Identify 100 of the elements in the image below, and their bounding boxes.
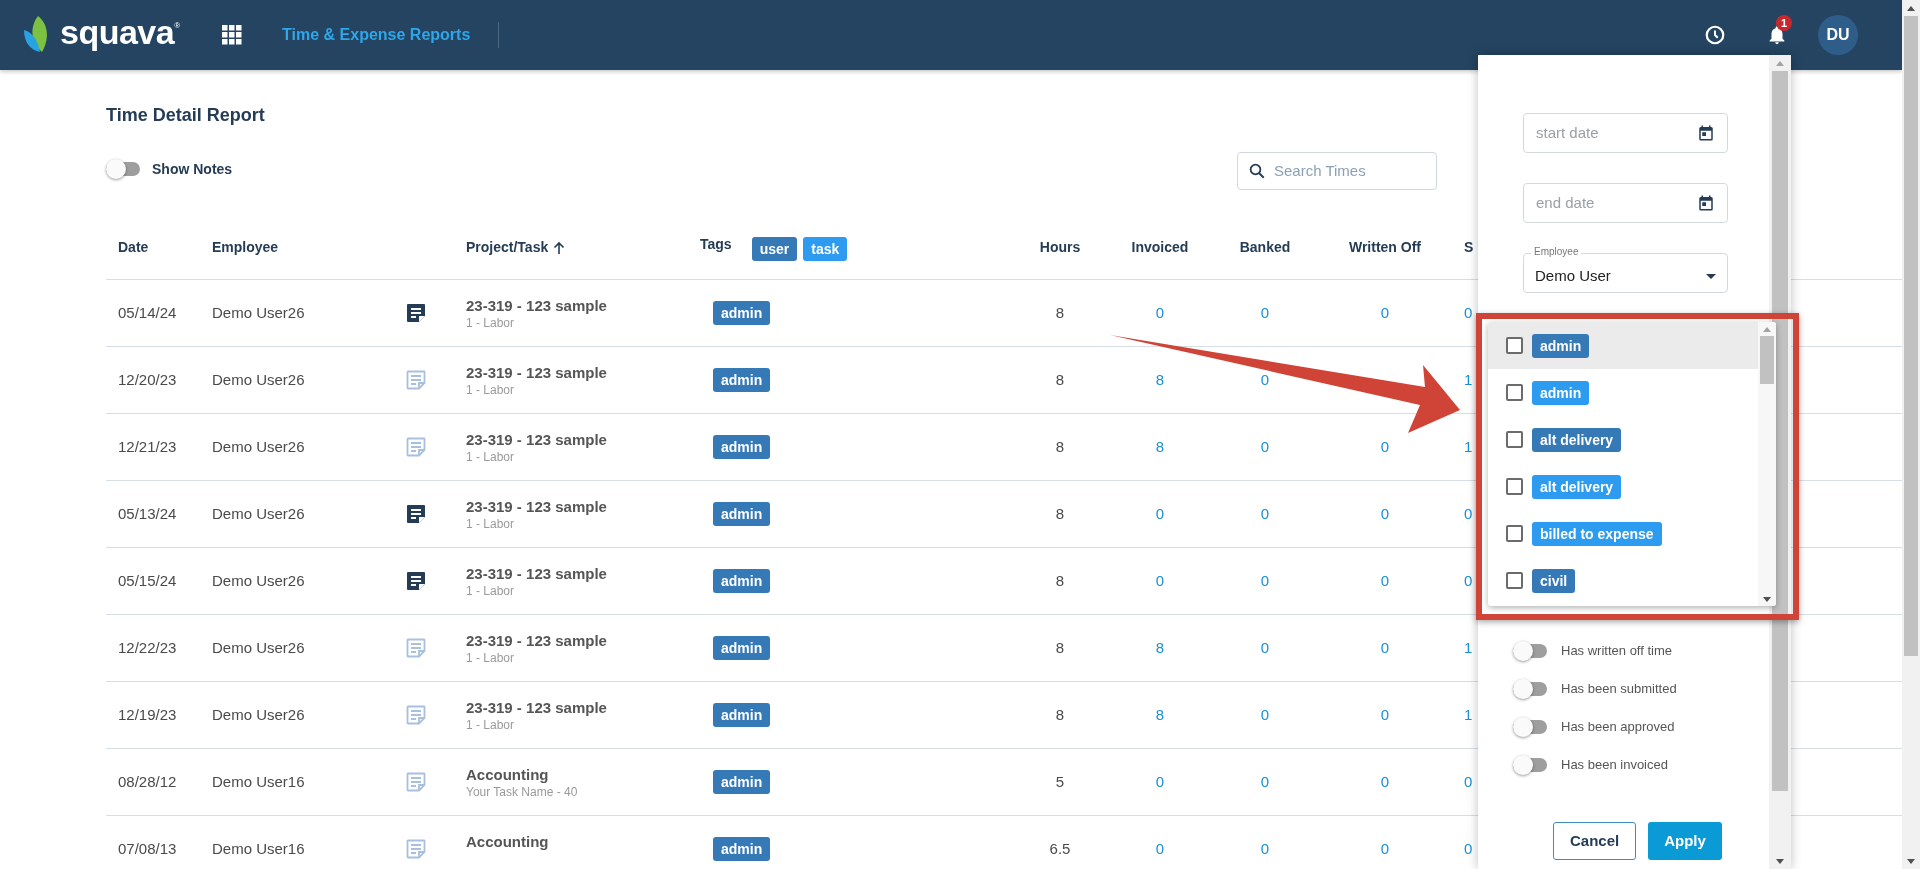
banked-link[interactable]: 0 bbox=[1260, 837, 1270, 861]
apply-button[interactable]: Apply bbox=[1648, 822, 1722, 860]
apps-grid-icon[interactable] bbox=[222, 25, 243, 45]
column-header[interactable]: S bbox=[1464, 237, 1474, 258]
invoiced-link[interactable]: 8 bbox=[1155, 368, 1165, 392]
brand-name: squava bbox=[60, 15, 175, 49]
scroll-up-icon[interactable] bbox=[1907, 5, 1915, 11]
hours-cell-text: 8 bbox=[1054, 436, 1066, 457]
task-name: 1 - Labor bbox=[466, 649, 516, 666]
employee-cell-text: Demo User16 bbox=[212, 771, 306, 792]
filter-toggle[interactable] bbox=[1513, 679, 1549, 699]
start-date-placeholder: start date bbox=[1536, 122, 1599, 143]
checkbox[interactable] bbox=[1506, 478, 1523, 495]
column-header[interactable]: Written Off bbox=[1348, 237, 1422, 258]
table-cell-link[interactable]: 0 bbox=[1464, 301, 1473, 325]
banked-link[interactable]: 0 bbox=[1260, 435, 1270, 459]
calendar-icon[interactable] bbox=[1697, 124, 1715, 142]
hours-cell-text: 8 bbox=[1054, 302, 1066, 323]
checkbox[interactable] bbox=[1506, 431, 1523, 448]
written-off-link[interactable]: 0 bbox=[1380, 569, 1390, 593]
column-header[interactable]: Employee bbox=[212, 237, 279, 258]
filter-toggle[interactable] bbox=[1513, 717, 1549, 737]
table-cell-link[interactable]: 1 bbox=[1464, 435, 1473, 459]
end-date-field[interactable]: end date bbox=[1523, 183, 1728, 223]
invoiced-link[interactable]: 8 bbox=[1155, 435, 1165, 459]
tag-chip: admin bbox=[713, 636, 771, 660]
table-cell-link[interactable]: 1 bbox=[1464, 368, 1473, 392]
project-name: 23-319 - 123 sample bbox=[466, 697, 608, 717]
filter-toggle[interactable] bbox=[1513, 755, 1549, 775]
written-off-link[interactable]: 0 bbox=[1380, 502, 1390, 526]
employee-cell-text: Demo User26 bbox=[212, 369, 306, 390]
employee-cell-text: Demo User26 bbox=[212, 704, 306, 725]
clock-icon[interactable] bbox=[1704, 24, 1726, 46]
note-icon[interactable] bbox=[405, 503, 427, 525]
date-cell-text: 07/08/13 bbox=[117, 838, 178, 859]
employee-cell-text: Demo User26 bbox=[212, 302, 306, 323]
filter-toggle[interactable] bbox=[1513, 641, 1549, 661]
note-icon[interactable] bbox=[405, 570, 427, 592]
column-header[interactable]: Banked bbox=[1239, 237, 1291, 258]
checkbox[interactable] bbox=[1506, 525, 1523, 542]
scroll-thumb[interactable] bbox=[1904, 16, 1918, 656]
task-name: Your Task Name - 40 bbox=[466, 783, 579, 800]
invoiced-link[interactable]: 8 bbox=[1155, 636, 1165, 660]
banked-link[interactable]: 0 bbox=[1260, 569, 1270, 593]
start-date-field[interactable]: start date bbox=[1523, 113, 1728, 153]
filter-toggle-label: Has been invoiced bbox=[1561, 756, 1668, 775]
show-notes-toggle[interactable] bbox=[106, 159, 142, 179]
table-cell-link[interactable]: 0 bbox=[1464, 770, 1473, 794]
column-header[interactable]: Date bbox=[118, 237, 149, 258]
banked-link[interactable]: 0 bbox=[1260, 368, 1270, 392]
invoiced-link[interactable]: 8 bbox=[1155, 703, 1165, 727]
column-header[interactable]: Invoiced bbox=[1131, 237, 1189, 258]
checkbox[interactable] bbox=[1506, 337, 1523, 354]
invoiced-link[interactable]: 0 bbox=[1155, 301, 1165, 325]
tag-chip: admin bbox=[1532, 380, 1590, 405]
scroll-thumb[interactable] bbox=[1760, 336, 1774, 384]
written-off-link[interactable]: 0 bbox=[1380, 435, 1390, 459]
scroll-down-icon[interactable] bbox=[1907, 858, 1915, 864]
scroll-down-icon[interactable] bbox=[1776, 858, 1784, 864]
scroll-down-icon[interactable] bbox=[1763, 596, 1771, 602]
tag-chip: admin bbox=[713, 502, 771, 526]
table-cell-link[interactable]: 1 bbox=[1464, 703, 1473, 727]
column-header[interactable]: Hours bbox=[1039, 237, 1081, 258]
checkbox[interactable] bbox=[1506, 572, 1523, 589]
cancel-button[interactable]: Cancel bbox=[1553, 822, 1637, 860]
banked-link[interactable]: 0 bbox=[1260, 770, 1270, 794]
app-title-link[interactable]: Time & Expense Reports bbox=[282, 23, 471, 47]
list-scrollbar[interactable] bbox=[1758, 322, 1776, 606]
tag-option[interactable]: admin bbox=[1488, 322, 1758, 369]
date-cell-text: 12/22/23 bbox=[117, 637, 178, 658]
written-off-link[interactable]: 0 bbox=[1380, 837, 1390, 861]
banked-link[interactable]: 0 bbox=[1260, 502, 1270, 526]
project-name: 23-319 - 123 sample bbox=[466, 630, 608, 650]
hours-cell-text: 8 bbox=[1054, 369, 1066, 390]
invoiced-link[interactable]: 0 bbox=[1155, 770, 1165, 794]
invoiced-link[interactable]: 0 bbox=[1155, 502, 1165, 526]
search-field[interactable]: Search Times bbox=[1237, 152, 1437, 190]
column-header[interactable]: Project/Task bbox=[466, 237, 566, 258]
written-off-link[interactable]: 0 bbox=[1380, 301, 1390, 325]
written-off-link[interactable]: 0 bbox=[1380, 770, 1390, 794]
hours-cell-text: 8 bbox=[1054, 637, 1066, 658]
hours-cell-text: 5 bbox=[1054, 771, 1066, 792]
table-cell-link[interactable]: 1 bbox=[1464, 636, 1473, 660]
invoiced-link[interactable]: 0 bbox=[1155, 569, 1165, 593]
banked-link[interactable]: 0 bbox=[1260, 636, 1270, 660]
user-avatar[interactable]: DU bbox=[1818, 15, 1858, 55]
table-cell-link[interactable]: 0 bbox=[1464, 569, 1473, 593]
checkbox[interactable] bbox=[1506, 384, 1523, 401]
task-name: 1 - Labor bbox=[466, 448, 516, 465]
column-header[interactable]: Tags bbox=[700, 234, 732, 255]
page-scrollbar[interactable] bbox=[1902, 0, 1920, 869]
banked-link[interactable]: 0 bbox=[1260, 703, 1270, 727]
written-off-link[interactable]: 0 bbox=[1380, 636, 1390, 660]
invoiced-link[interactable]: 0 bbox=[1155, 837, 1165, 861]
note-icon[interactable] bbox=[405, 302, 427, 324]
table-cell-link[interactable]: 0 bbox=[1464, 837, 1473, 861]
calendar-icon[interactable] bbox=[1697, 194, 1715, 212]
banked-link[interactable]: 0 bbox=[1260, 301, 1270, 325]
table-cell-link[interactable]: 0 bbox=[1464, 502, 1473, 526]
written-off-link[interactable]: 0 bbox=[1380, 703, 1390, 727]
